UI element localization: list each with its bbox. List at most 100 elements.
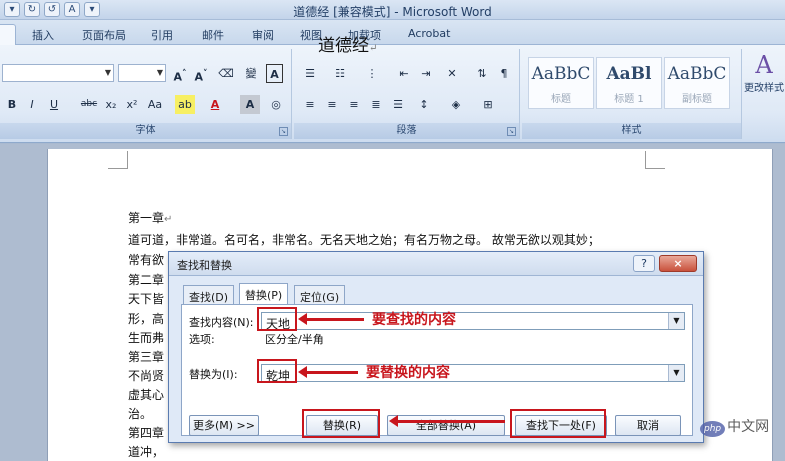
chevron-down-icon: ▼ bbox=[104, 68, 111, 77]
style-subtitle[interactable]: AaBbC 副标题 bbox=[664, 57, 730, 109]
grow-font-icon[interactable]: A˄ bbox=[170, 64, 190, 84]
borders-icon[interactable]: ⊞ bbox=[478, 95, 498, 114]
replace-value-highlight bbox=[257, 359, 297, 383]
align-right-icon[interactable]: ≡ bbox=[344, 95, 364, 114]
shrink-font-icon[interactable]: A˅ bbox=[191, 64, 211, 84]
font-group-label: 字体 bbox=[0, 123, 291, 139]
margin-corner-mark bbox=[108, 151, 128, 169]
tab-review[interactable]: 审阅 bbox=[246, 24, 280, 45]
dialog-title-bar[interactable]: 查找和替换 ? × bbox=[169, 252, 703, 276]
replace-button-highlight bbox=[302, 409, 380, 438]
phonetic-guide-icon[interactable]: 變 bbox=[241, 64, 261, 83]
distributed-icon[interactable]: ☰ bbox=[388, 95, 408, 114]
style-title[interactable]: AaBbC 标题 bbox=[528, 57, 594, 109]
chevron-down-icon: ▼ bbox=[156, 68, 163, 77]
document-line: 常有欲 bbox=[128, 253, 165, 267]
align-center-icon[interactable]: ≡ bbox=[322, 95, 342, 114]
font-size-combo[interactable]: ▼ bbox=[118, 64, 166, 82]
watermark: php 中文网 bbox=[700, 416, 769, 437]
close-button[interactable]: × bbox=[659, 255, 697, 272]
paragraph-dialog-launcher-icon[interactable]: ↘ bbox=[507, 127, 516, 136]
document-line: 第一章↵ bbox=[128, 211, 173, 225]
left-arrow-icon bbox=[298, 366, 358, 378]
title-bar: ▾ ↻ ↺ A ▾ 道德经 [兼容模式] - Microsoft Word bbox=[0, 0, 785, 20]
window-title: 道德经 [兼容模式] - Microsoft Word bbox=[293, 5, 492, 19]
tab-acrobat[interactable]: Acrobat bbox=[402, 24, 456, 45]
options-label: 选项: bbox=[189, 333, 215, 346]
change-styles-icon: A bbox=[755, 51, 773, 79]
style-sample: AaBl bbox=[606, 64, 652, 84]
change-styles-button[interactable]: A 更改样式 bbox=[744, 51, 784, 121]
document-line: 第四章 bbox=[128, 426, 165, 440]
document-title: 道德经↵ bbox=[318, 36, 378, 56]
tab-page-layout[interactable]: 页面布局 bbox=[76, 24, 132, 45]
style-sample: AaBbC bbox=[531, 64, 591, 84]
ribbon-tabs: 插入 页面布局 引用 邮件 审阅 视图 加载项 Acrobat bbox=[0, 20, 785, 45]
find-what-label: 查找内容(N): bbox=[189, 316, 254, 329]
help-button[interactable]: ? bbox=[633, 255, 655, 272]
strikethrough-icon[interactable]: abc bbox=[78, 95, 100, 114]
document-line: 第二章 bbox=[128, 273, 165, 287]
more-button[interactable]: 更多(M) >> bbox=[189, 415, 259, 436]
char-shading-icon[interactable]: A bbox=[240, 95, 260, 114]
font-color-icon[interactable]: A bbox=[205, 95, 225, 114]
style-name: 副标题 bbox=[682, 94, 712, 105]
chevron-down-icon[interactable]: ▼ bbox=[668, 313, 684, 329]
find-annotation: 要查找的内容 bbox=[372, 312, 456, 328]
paragraph-group: ☰ ☷ ⋮ ⇤ ⇥ ✕ ⇅ ¶ ≡ ≡ ≡ ≣ ☰ ↕ ◈ ⊞ 段落 ↘ bbox=[294, 49, 520, 139]
multilevel-list-icon[interactable]: ⋮ bbox=[362, 64, 382, 83]
find-next-button-highlight bbox=[510, 409, 606, 438]
options-value: 区分全/半角 bbox=[265, 333, 324, 346]
tab-mailings[interactable]: 邮件 bbox=[196, 24, 230, 45]
clear-format-icon[interactable]: ⌫ bbox=[216, 64, 236, 83]
php-logo-icon: php bbox=[700, 421, 726, 437]
line-spacing-icon[interactable]: ↕ bbox=[414, 95, 434, 114]
font-dialog-launcher-icon[interactable]: ↘ bbox=[279, 127, 288, 136]
subscript-icon[interactable]: x₂ bbox=[101, 95, 121, 114]
bold-icon[interactable]: B bbox=[2, 95, 22, 114]
document-line: 虚其心 bbox=[128, 388, 165, 402]
show-marks-icon[interactable]: ¶ bbox=[494, 64, 514, 83]
replace-with-label: 替换为(I): bbox=[189, 368, 238, 381]
tab-insert[interactable]: 插入 bbox=[26, 24, 60, 45]
replace-annotation: 要替换的内容 bbox=[366, 365, 450, 381]
change-styles-label: 更改样式 bbox=[744, 83, 784, 94]
justify-icon[interactable]: ≣ bbox=[366, 95, 386, 114]
enclose-char-icon[interactable]: ◎ bbox=[266, 95, 286, 114]
sort-icon[interactable]: ⇅ bbox=[472, 64, 492, 83]
underline-icon[interactable]: U bbox=[44, 95, 64, 114]
italic-icon[interactable]: I bbox=[22, 95, 42, 114]
style-name: 标题 1 bbox=[614, 94, 644, 105]
tab-find[interactable]: 查找(D) bbox=[183, 285, 235, 304]
font-name-combo[interactable]: ▼ bbox=[2, 64, 114, 82]
style-heading1[interactable]: AaBl 标题 1 bbox=[596, 57, 662, 109]
change-case-icon[interactable]: Aa bbox=[145, 95, 165, 114]
tab-references[interactable]: 引用 bbox=[145, 24, 179, 45]
document-line: 形，高 bbox=[128, 312, 165, 326]
watermark-text: 中文网 bbox=[727, 419, 770, 435]
bullets-icon[interactable]: ☰ bbox=[300, 64, 320, 83]
shading-icon[interactable]: ◈ bbox=[446, 95, 466, 114]
find-what-field[interactable]: 天地 ▼ bbox=[261, 312, 685, 331]
tab-goto[interactable]: 定位(G) bbox=[294, 285, 346, 304]
numbering-icon[interactable]: ☷ bbox=[330, 64, 350, 83]
tab-replace[interactable]: 替换(P) bbox=[239, 283, 289, 305]
left-arrow-icon bbox=[298, 313, 364, 325]
cancel-button[interactable]: 取消 bbox=[615, 415, 681, 436]
char-border-icon[interactable]: A bbox=[266, 64, 283, 83]
left-arrow-icon bbox=[389, 415, 505, 427]
find-replace-dialog: 查找和替换 ? × 查找(D) 替换(P) 定位(G) 查找内容(N): 天地 … bbox=[168, 251, 704, 443]
highlight-icon[interactable]: ab bbox=[175, 95, 195, 114]
superscript-icon[interactable]: x² bbox=[122, 95, 142, 114]
tab-home[interactable] bbox=[0, 24, 16, 45]
align-left-icon[interactable]: ≡ bbox=[300, 95, 320, 114]
dialog-title: 查找和替换 bbox=[177, 259, 232, 272]
ribbon: ▼ ▼ A˄ A˅ ⌫ 變 A B I U abc x₂ x² Aa ab A … bbox=[0, 45, 785, 143]
paragraph-group-label: 段落 bbox=[294, 123, 519, 139]
document-line: 不尚贤 bbox=[128, 369, 165, 383]
replace-all-button[interactable]: 全部替换(A) bbox=[387, 415, 505, 436]
chevron-down-icon[interactable]: ▼ bbox=[668, 365, 684, 381]
decrease-indent-icon[interactable]: ⇤ bbox=[394, 64, 414, 83]
increase-indent-icon[interactable]: ⇥ bbox=[416, 64, 436, 83]
chinese-layout-icon[interactable]: ✕ bbox=[442, 64, 462, 83]
